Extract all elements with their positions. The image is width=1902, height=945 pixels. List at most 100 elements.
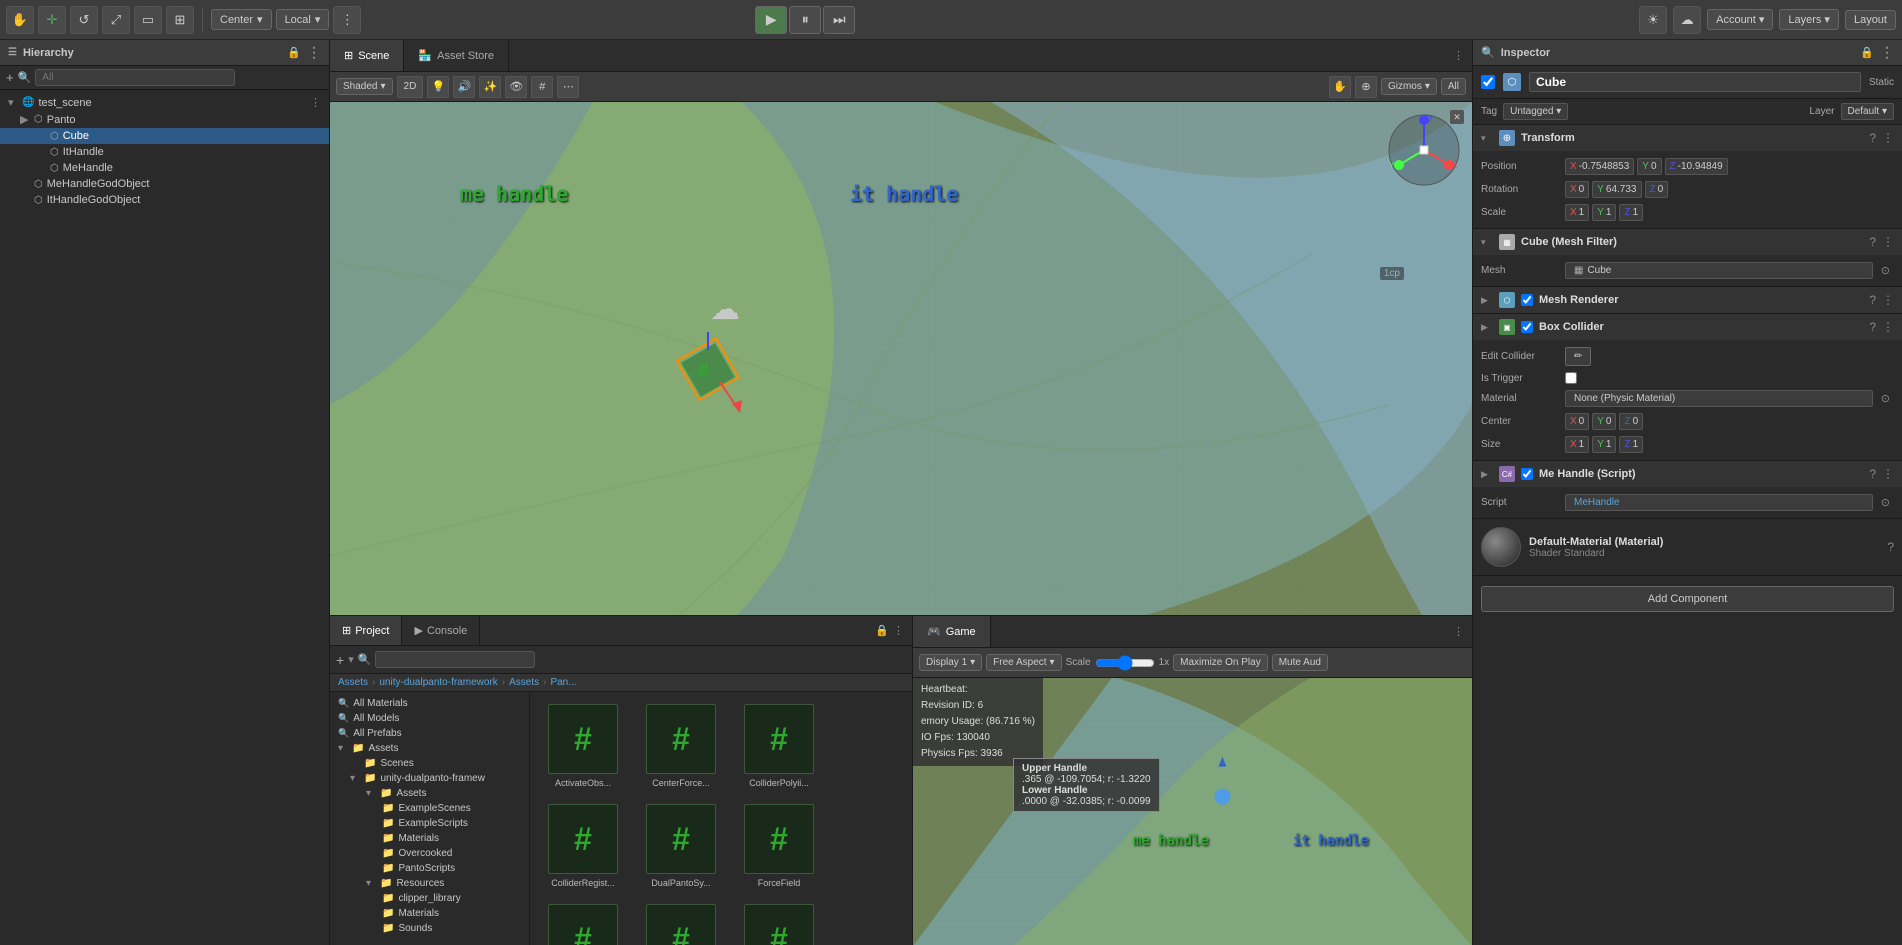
tree-item-ithandle[interactable]: ⬡ ItHandle xyxy=(0,144,329,160)
move-tool-btn[interactable]: ✛ xyxy=(38,6,66,34)
mesh-renderer-help-icon[interactable]: ? xyxy=(1869,293,1876,307)
scale-tool-btn[interactable]: ⤢ xyxy=(102,6,130,34)
gizmo-close-btn[interactable]: ✕ xyxy=(1450,110,1464,124)
asset-item-colliderregist[interactable]: # ColliderRegist... xyxy=(538,800,628,892)
breadcrumb-pant[interactable]: Pan... xyxy=(550,677,576,688)
scene-view[interactable]: me handle it handle ☁ # xyxy=(330,102,1472,615)
tab-scene[interactable]: ⊞ Scene xyxy=(330,40,404,71)
hand-tool-btn[interactable]: ✋ xyxy=(6,6,34,34)
tree-item-ithandlegod[interactable]: ⬡ ItHandleGodObject xyxy=(0,192,329,208)
tree-unity-framework[interactable]: ▾ 📁 unity-dualpanto-framew xyxy=(330,771,529,786)
mesh-value-field[interactable]: ▦ Cube xyxy=(1565,262,1873,279)
play-button[interactable]: ▶ xyxy=(755,6,787,34)
breadcrumb-framework[interactable]: unity-dualpanto-framework xyxy=(379,677,497,688)
breadcrumb-assets2[interactable]: Assets xyxy=(509,677,539,688)
aspect-dropdown[interactable]: Free Aspect ▾ xyxy=(986,654,1061,671)
tree-sounds[interactable]: 📁 Sounds xyxy=(330,921,529,936)
box-collider-header[interactable]: ▶ ▣ Box Collider ? ⋮ xyxy=(1473,314,1902,340)
add-component-button[interactable]: Add Component xyxy=(1481,586,1894,612)
tree-item-test-scene[interactable]: ▾ 🌐 test_scene ⋮ xyxy=(0,94,329,111)
maximize-dropdown[interactable]: Maximize On Play xyxy=(1173,654,1268,671)
scene-more-icon[interactable]: ⋮ xyxy=(1453,49,1464,62)
tree-item-panto[interactable]: ▶ ⬡ Panto xyxy=(0,111,329,128)
center-x-field[interactable]: X 0 xyxy=(1565,413,1589,430)
asset-item-forcefield[interactable]: # ForceField xyxy=(734,800,824,892)
transform-header[interactable]: ▾ ⊕ Transform ? ⋮ xyxy=(1473,125,1902,151)
hierarchy-search-input[interactable] xyxy=(35,69,235,86)
display-dropdown[interactable]: Display 1 ▾ xyxy=(919,654,982,671)
tree-resources[interactable]: ▾ 📁 Resources xyxy=(330,876,529,891)
mesh-renderer-more-icon[interactable]: ⋮ xyxy=(1882,293,1894,307)
me-handle-script-header[interactable]: ▶ C# Me Handle (Script) ? ⋮ xyxy=(1473,461,1902,487)
sun-icon-btn[interactable]: ☀ xyxy=(1639,6,1667,34)
scene-layers-icon[interactable]: ⊕ xyxy=(1355,76,1377,98)
is-trigger-checkbox[interactable] xyxy=(1565,372,1577,384)
rot-x-field[interactable]: X 0 xyxy=(1565,181,1589,198)
inspector-more-icon[interactable]: ⋮ xyxy=(1880,44,1894,61)
tree-item-mehandlegod[interactable]: ⬡ MeHandleGodObject xyxy=(0,176,329,192)
more-scene-btn[interactable]: ⋯ xyxy=(557,76,579,98)
scene-hand-icon[interactable]: ✋ xyxy=(1329,76,1351,98)
scene-search-dropdown[interactable]: All xyxy=(1441,78,1466,95)
tree-item-cube[interactable]: ⬡ Cube xyxy=(0,128,329,144)
tree-assets-sub[interactable]: ▾ 📁 Assets xyxy=(330,786,529,801)
box-collider-help-icon[interactable]: ? xyxy=(1869,320,1876,334)
size-y-field[interactable]: Y 1 xyxy=(1592,436,1616,453)
center-y-field[interactable]: Y 0 xyxy=(1592,413,1616,430)
tree-assets-root[interactable]: ▾ 📁 Assets xyxy=(330,741,529,756)
scene-gizmo-widget[interactable]: Z X Y ✕ xyxy=(1384,110,1464,190)
pos-y-field[interactable]: Y 0 xyxy=(1637,158,1661,175)
tree-scenes[interactable]: 📁 Scenes xyxy=(330,756,529,771)
pivot-center-dropdown[interactable]: Center ▾ xyxy=(211,9,272,30)
cloud-icon-btn[interactable]: ☁ xyxy=(1673,6,1701,34)
rect-tool-btn[interactable]: ▭ xyxy=(134,6,162,34)
asset-item-7[interactable]: # xyxy=(538,900,628,945)
mesh-select-icon[interactable]: ⊙ xyxy=(1877,264,1894,277)
box-collider-enabled[interactable] xyxy=(1521,321,1533,333)
pivot-local-dropdown[interactable]: Local ▾ xyxy=(276,9,330,30)
project-add-btn[interactable]: + xyxy=(336,652,344,668)
tree-all-prefabs[interactable]: 🔍 All Prefabs xyxy=(330,726,529,741)
scale-z-field[interactable]: Z 1 xyxy=(1619,204,1643,221)
project-search-input[interactable] xyxy=(375,651,535,668)
game-more-icon[interactable]: ⋮ xyxy=(1453,625,1464,638)
inspector-lock-icon[interactable]: 🔒 xyxy=(1860,46,1874,59)
hierarchy-more-icon[interactable]: ⋮ xyxy=(307,44,321,61)
mesh-filter-help-icon[interactable]: ? xyxy=(1869,235,1876,249)
layers-dropdown[interactable]: Layers ▾ xyxy=(1779,9,1839,30)
object-active-checkbox[interactable] xyxy=(1481,75,1495,89)
scale-x-field[interactable]: X 1 xyxy=(1565,204,1589,221)
add-hierarchy-btn[interactable]: + xyxy=(6,70,14,85)
hierarchy-lock-icon[interactable]: 🔒 xyxy=(287,46,301,59)
size-x-field[interactable]: X 1 xyxy=(1565,436,1589,453)
me-handle-script-help-icon[interactable]: ? xyxy=(1869,467,1876,481)
project-lock-icon[interactable]: 🔒 xyxy=(875,624,889,637)
asset-item-centerforce[interactable]: # CenterForce... xyxy=(636,700,726,792)
material-help-icon[interactable]: ? xyxy=(1887,540,1894,554)
tab-project[interactable]: ⊞ Project xyxy=(330,616,402,645)
asset-item-9[interactable]: # xyxy=(734,900,824,945)
game-view[interactable]: Heartbeat: Revision ID: 6 emory Usage: (… xyxy=(913,678,1472,945)
tag-dropdown[interactable]: Untagged ▾ xyxy=(1503,103,1568,120)
tree-panto-scripts[interactable]: 📁 PantoScripts xyxy=(330,861,529,876)
light-btn[interactable]: 💡 xyxy=(427,76,449,98)
fx-btn[interactable]: ✨ xyxy=(479,76,501,98)
layer-dropdown[interactable]: Default ▾ xyxy=(1841,103,1895,120)
scale-y-field[interactable]: Y 1 xyxy=(1592,204,1616,221)
gizmos-dropdown[interactable]: Gizmos ▾ xyxy=(1381,78,1437,95)
pause-button[interactable]: ⏸ xyxy=(789,6,821,34)
layout-dropdown[interactable]: Layout xyxy=(1845,10,1896,30)
size-z-field[interactable]: Z 1 xyxy=(1619,436,1643,453)
mesh-filter-more-icon[interactable]: ⋮ xyxy=(1882,235,1894,249)
edit-collider-btn[interactable]: ✏ xyxy=(1565,347,1591,366)
tree-all-models[interactable]: 🔍 All Models xyxy=(330,711,529,726)
grid-btn[interactable]: # xyxy=(531,76,553,98)
transform-tool-btn[interactable]: ⊞ xyxy=(166,6,194,34)
asset-item-8[interactable]: # xyxy=(636,900,726,945)
tree-example-scenes[interactable]: 📁 ExampleScenes xyxy=(330,801,529,816)
transform-help-icon[interactable]: ? xyxy=(1869,131,1876,145)
tree-more-icon[interactable]: ⋮ xyxy=(310,96,321,109)
asset-item-activateobs[interactable]: # ActivateObs... xyxy=(538,700,628,792)
me-handle-script-more-icon[interactable]: ⋮ xyxy=(1882,467,1894,481)
transform-more-icon[interactable]: ⋮ xyxy=(1882,131,1894,145)
